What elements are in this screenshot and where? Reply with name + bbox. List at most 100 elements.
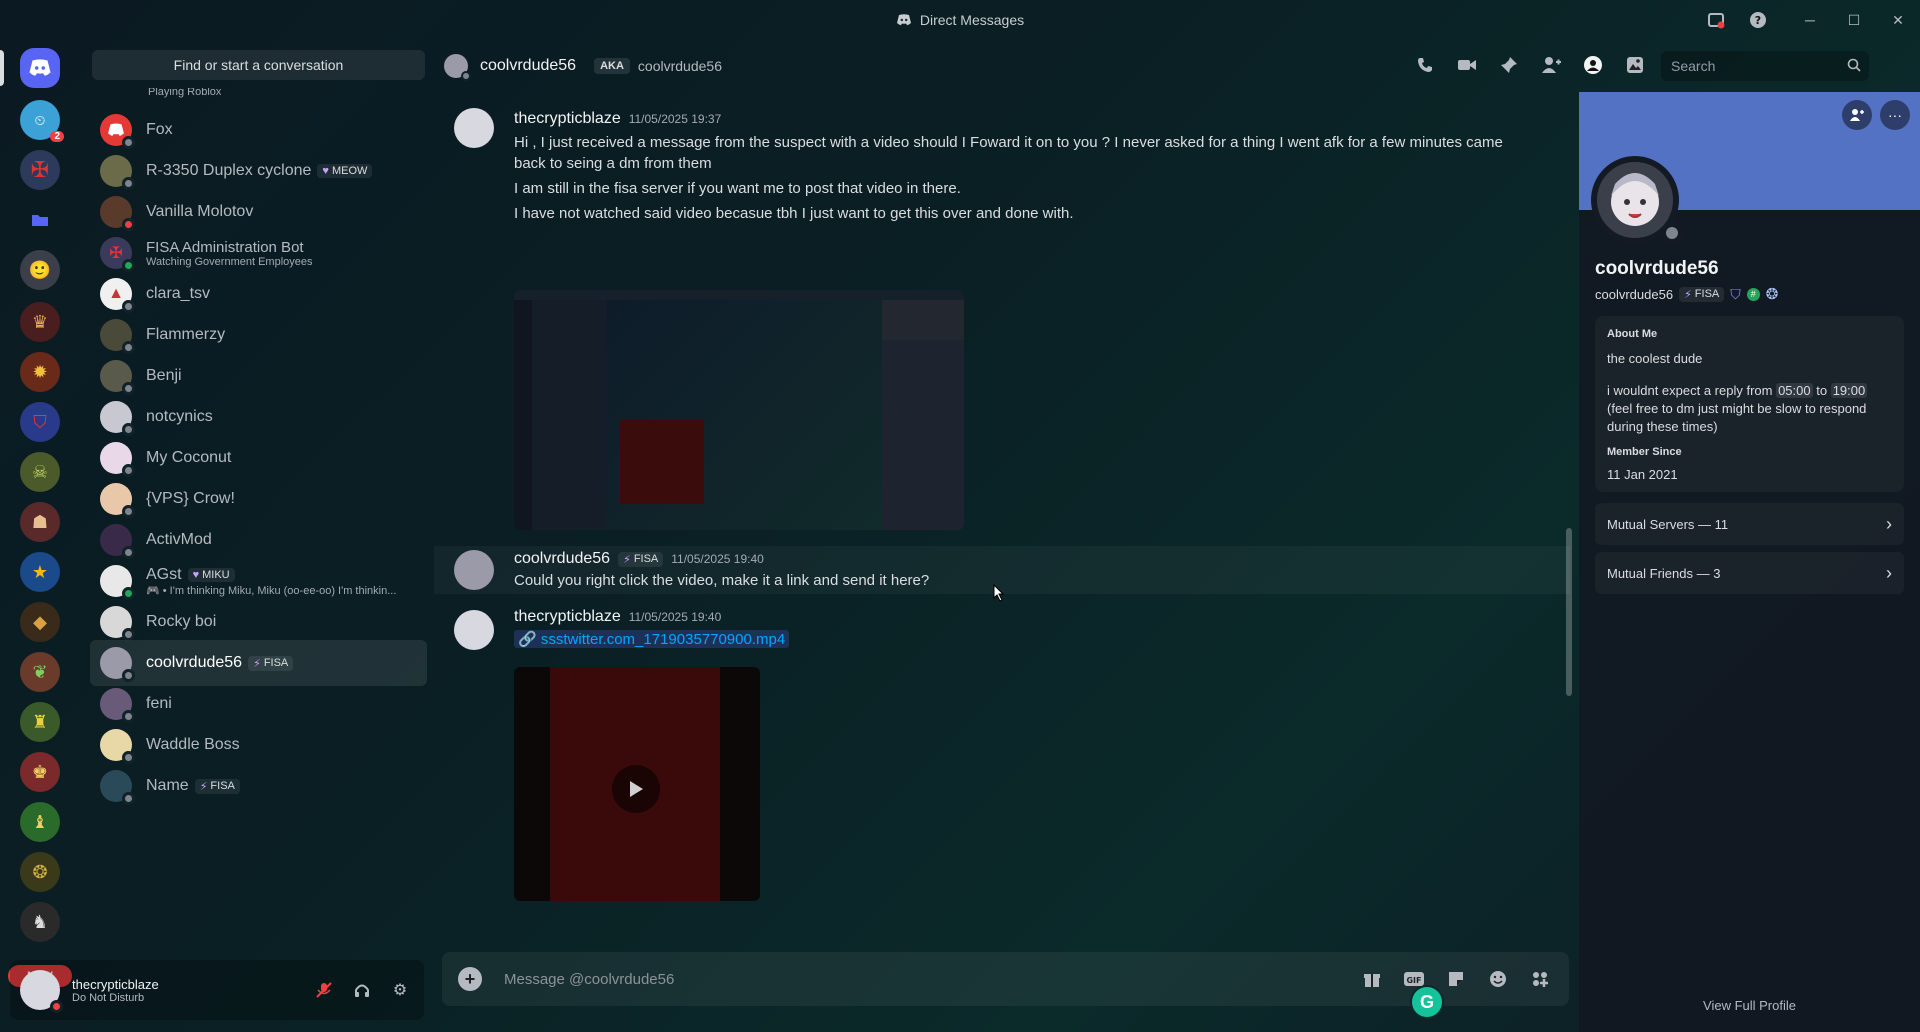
message-list: thecrypticblaze 11/05/2025 19:37 Hi , I … [434, 92, 1570, 952]
close-icon[interactable]: ✕ [1876, 12, 1920, 29]
server-icon-4[interactable]: 🙂 [20, 250, 60, 290]
server-icon-16[interactable]: ❂ [20, 852, 60, 892]
sticker-icon[interactable] [1443, 966, 1469, 992]
member-since-label: Member Since [1607, 446, 1682, 458]
upload-plus-button[interactable]: + [458, 967, 482, 991]
user-profile-icon[interactable] [1580, 52, 1606, 78]
server-icon-11[interactable]: ◆ [20, 602, 60, 642]
dm-name: Fox [146, 121, 173, 138]
find-conversation-button[interactable]: Find or start a conversation [92, 50, 425, 80]
server-icon-7[interactable]: ⛉ [20, 402, 60, 442]
media-icon[interactable] [1622, 52, 1648, 78]
avatar [100, 155, 135, 190]
status-dnd [50, 1000, 63, 1013]
mutual-servers-button[interactable]: Mutual Servers — 11 › [1595, 503, 1904, 545]
apps-icon[interactable] [1527, 966, 1553, 992]
inbox-icon[interactable] [1704, 8, 1728, 32]
dm-item-my-coconut[interactable]: My Coconut [90, 435, 427, 481]
help-icon[interactable]: ? [1746, 8, 1770, 32]
server-icon-8[interactable]: ☠ [20, 452, 60, 492]
discord-logo-icon [896, 14, 911, 26]
gift-icon[interactable] [1359, 966, 1385, 992]
dm-item-waddle-boss[interactable]: Waddle Boss [90, 722, 427, 768]
wreath-icon: ❂ [32, 861, 48, 882]
video-call-icon[interactable] [1454, 52, 1480, 78]
message-author[interactable]: thecrypticblaze [514, 608, 621, 626]
dm-item-name[interactable]: Name ⚡ FISA [90, 763, 427, 809]
message-avatar[interactable] [454, 108, 494, 148]
settings-gear-icon[interactable]: ⚙ [386, 976, 414, 1004]
message-avatar[interactable] [454, 550, 494, 590]
boost-badge-icon[interactable]: ❂ [1766, 285, 1779, 303]
dm-item-fisa-bot[interactable]: ✠ FISA Administration Bot Watching Govern… [90, 230, 427, 276]
dm-item-vps-crow[interactable]: {VPS} Crow! [90, 476, 427, 522]
message-composer[interactable]: + Message @coolvrdude56 GIF [442, 952, 1569, 1006]
dm-item-clara[interactable]: ▲ clara_tsv [90, 271, 427, 317]
server-icon-15[interactable]: ♝ [20, 802, 60, 842]
server-icon-14[interactable]: ♚ [20, 752, 60, 792]
home-button[interactable] [20, 48, 60, 88]
user-avatar[interactable] [20, 970, 63, 1013]
pin-icon[interactable] [1496, 52, 1522, 78]
server-tag: ⚡ FISA [194, 778, 240, 794]
maximize-icon[interactable]: ☐ [1832, 12, 1876, 29]
server-icon-10[interactable]: ★ [20, 552, 60, 592]
message-input[interactable]: Message @coolvrdude56 [504, 971, 674, 988]
grammarly-icon[interactable]: G [1410, 985, 1444, 1019]
image-attachment[interactable] [514, 290, 964, 530]
dm-item-r3350[interactable]: R-3350 Duplex cyclone ♥ MEOW [90, 148, 427, 194]
emoji-icon[interactable] [1485, 966, 1511, 992]
message-scrollbar[interactable] [1566, 94, 1572, 954]
server-icon-1[interactable]: ⏲ 2 [20, 100, 64, 142]
view-full-profile-button[interactable]: View Full Profile [1579, 998, 1920, 1013]
search-input[interactable]: Search [1661, 51, 1869, 81]
server-tag: ♥ MEOW [317, 164, 373, 178]
more-options-icon[interactable]: ··· [1880, 100, 1910, 130]
server-icon-5[interactable]: ♛ [20, 302, 60, 342]
message-avatar[interactable] [454, 610, 494, 650]
avatar: ✠ [100, 237, 135, 272]
voice-call-icon[interactable] [1412, 52, 1438, 78]
nitro-badge-icon[interactable]: ⛉ [1730, 286, 1741, 303]
message-author[interactable]: coolvrdude56 [514, 550, 610, 568]
dm-item-agst[interactable]: AGst ♥ MIKU 🎮 • I'm thinking Miku, Miku (oo… [90, 558, 427, 604]
server-icon-9[interactable]: ☗ [20, 502, 60, 542]
avatar [100, 524, 135, 559]
dm-item-partial[interactable]: Playing Roblox [90, 88, 427, 102]
gamepad-icon: 🎮 [146, 584, 160, 597]
attachment-link[interactable]: 🔗 ssstwitter.com_1719035770900.mp4 [514, 630, 1524, 648]
server-icon-2[interactable]: ✠ [20, 150, 60, 190]
dm-item-feni[interactable]: feni [90, 681, 427, 727]
dm-item-flammerzy[interactable]: Flammerzy [90, 312, 427, 358]
dm-item-notcynics[interactable]: notcynics [90, 394, 427, 440]
dm-activity: Watching Government Employees [146, 255, 313, 268]
video-attachment[interactable] [514, 667, 760, 901]
message-author[interactable]: thecrypticblaze [514, 110, 621, 128]
server-folder[interactable] [20, 200, 60, 240]
scrollbar-thumb[interactable] [1566, 528, 1572, 696]
dm-item-rocky-boi[interactable]: Rocky boi [90, 599, 427, 645]
mute-mic-icon[interactable] [310, 976, 338, 1004]
dm-item-activmod[interactable]: ActivMod [90, 517, 427, 563]
avatar [100, 442, 135, 477]
minimize-icon[interactable]: ─ [1788, 12, 1832, 28]
dm-item-fox[interactable]: Fox [90, 107, 427, 153]
mutual-friends-button[interactable]: Mutual Friends — 3 › [1595, 552, 1904, 594]
server-icon-12[interactable]: ❦ [20, 652, 60, 692]
dm-item-coolvrdude56[interactable]: coolvrdude56 ⚡ FISA [90, 640, 427, 686]
lightning-icon: ⚡ [1684, 288, 1692, 301]
headphones-icon[interactable] [348, 976, 376, 1004]
dm-item-vanilla-molotov[interactable]: Vanilla Molotov [90, 189, 427, 235]
message-text: I have not watched said video becasue tb… [514, 205, 1074, 222]
dm-item-benji[interactable]: Benji [90, 353, 427, 399]
add-friend-icon[interactable] [1842, 100, 1872, 130]
about-me-label: About Me [1607, 328, 1658, 340]
chevron-right-icon: › [1886, 513, 1892, 534]
hypesquad-badge-icon[interactable]: # [1746, 287, 1760, 301]
crossed-swords-icon: ✠ [30, 157, 50, 182]
add-friends-to-dm-icon[interactable] [1538, 52, 1564, 78]
play-button[interactable] [612, 765, 660, 813]
server-icon-13[interactable]: ♜ [20, 702, 60, 742]
server-icon-17[interactable]: ♞ [20, 902, 60, 942]
server-icon-6[interactable]: ✹ [20, 352, 60, 392]
